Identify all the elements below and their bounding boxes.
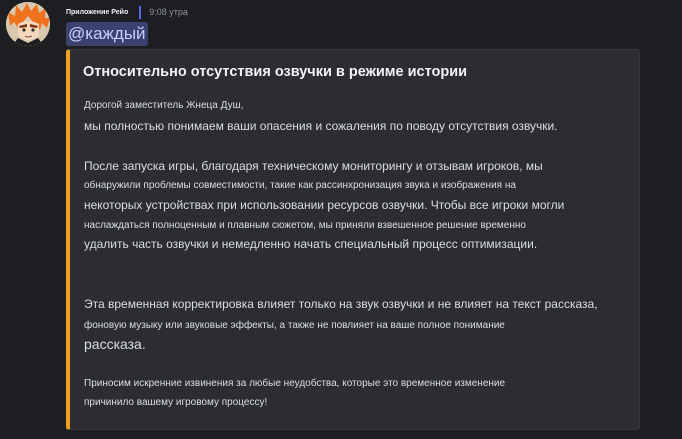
message-timestamp: 9:08 утра	[149, 7, 188, 17]
embed-line: Эта временная корректировка влияет тольк…	[84, 297, 598, 311]
embed-line: причинило вашему игровому процессу!	[84, 397, 268, 408]
embed-title: Относительно отсутствия озвучки в режиме…	[83, 64, 468, 80]
announcement-embed: Относительно отсутствия озвучки в режиме…	[66, 49, 640, 430]
embed-line: Приносим искренние извинения за любые не…	[84, 378, 506, 389]
author-name[interactable]: Приложение Рейо	[66, 9, 128, 16]
everyone-mention[interactable]: @каждый	[66, 22, 148, 46]
embed-line: некоторых устройствах при использовании …	[84, 198, 565, 212]
embed-line: После запуска игры, благодаря техническо…	[84, 159, 543, 173]
embed-line: мы полностью понимаем ваши опасения и со…	[84, 119, 558, 133]
embed-line: фоновую музыку или звуковые эффекты, а т…	[84, 320, 505, 331]
embed-line-greeting: Дорогой заместитель Жнеца Душ,	[84, 100, 244, 111]
author-avatar[interactable]	[6, 2, 50, 46]
message-header: Приложение Рейо 9:08 утра	[66, 4, 188, 20]
anime-avatar-icon	[6, 2, 50, 46]
embed-line: рассказа.	[84, 336, 146, 352]
embed-line: обнаружили проблемы совместимости, такие…	[84, 180, 516, 191]
embed-line: наслаждаться полноценным и плавным сюжет…	[84, 220, 526, 231]
embed-line: удалить часть озвучки и немедленно начат…	[84, 237, 538, 251]
header-divider	[139, 5, 142, 19]
